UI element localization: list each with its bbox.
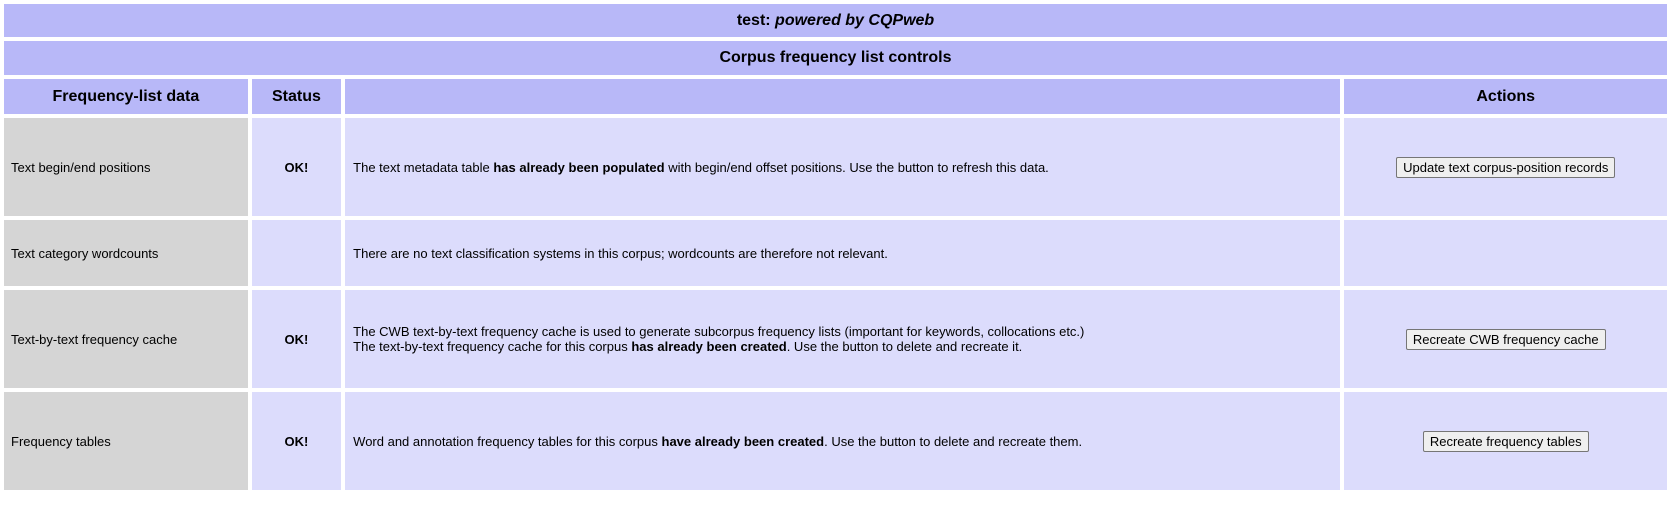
recreate-frequency-tables-button[interactable]: Recreate frequency tables [1422, 430, 1589, 452]
actions-cell [1344, 220, 1667, 286]
description-cell: The text metadata table has already been… [345, 118, 1341, 216]
description-cell: The CWB text-by-text frequency cache is … [345, 290, 1341, 388]
description-text: with begin/end offset positions. Use the… [664, 159, 1049, 175]
actions-cell: Recreate CWB frequency cache [1344, 290, 1667, 388]
frequency-controls-table: test: powered by CQPweb Corpus frequency… [0, 0, 1671, 494]
title-powered-by: powered by CQPweb [775, 11, 935, 29]
column-header-description [345, 79, 1341, 114]
status-cell: OK! [251, 118, 342, 216]
description-line: The CWB text-by-text frequency cache is … [353, 324, 1085, 339]
description-text: The text metadata table [353, 159, 494, 175]
description-text: Word and annotation frequency tables for… [353, 433, 662, 449]
title-prefix: test: [736, 11, 776, 29]
row-name: Text category wordcounts [4, 220, 248, 286]
column-header-actions: Actions [1344, 79, 1667, 114]
description-text: . Use the button to delete and recreate … [786, 339, 1023, 354]
recreate-cwb-cache-button[interactable]: Recreate CWB frequency cache [1405, 328, 1606, 350]
description-emphasis: has already been created [631, 339, 787, 354]
table-row: Text-by-text frequency cache OK! The CWB… [4, 290, 1667, 388]
table-row: Frequency tables OK! Word and annotation… [4, 392, 1667, 490]
update-text-positions-button[interactable]: Update text corpus-position records [1396, 156, 1616, 178]
description-line: The text-by-text frequency cache for thi… [353, 339, 1332, 354]
description-cell: There are no text classification systems… [345, 220, 1341, 286]
description-text: . Use the button to delete and recreate … [824, 433, 1083, 449]
actions-cell: Recreate frequency tables [1344, 392, 1667, 490]
description-cell: Word and annotation frequency tables for… [345, 392, 1341, 490]
status-cell [251, 220, 342, 286]
status-cell: OK! [251, 290, 342, 388]
row-name: Text begin/end positions [4, 118, 248, 216]
page-title: test: powered by CQPweb [4, 4, 1667, 37]
column-header-status: Status [251, 79, 342, 114]
description-emphasis: has already been populated [493, 159, 665, 175]
table-row: Text begin/end positions OK! The text me… [4, 118, 1667, 216]
column-header-data: Frequency-list data [4, 79, 248, 114]
row-name: Text-by-text frequency cache [4, 290, 248, 388]
description-emphasis: have already been created [661, 433, 825, 449]
description-text: The text-by-text frequency cache for thi… [353, 339, 632, 354]
row-name: Frequency tables [4, 392, 248, 490]
actions-cell: Update text corpus-position records [1344, 118, 1667, 216]
section-title: Corpus frequency list controls [4, 41, 1667, 75]
status-cell: OK! [251, 392, 342, 490]
table-row: Text category wordcounts There are no te… [4, 220, 1667, 286]
